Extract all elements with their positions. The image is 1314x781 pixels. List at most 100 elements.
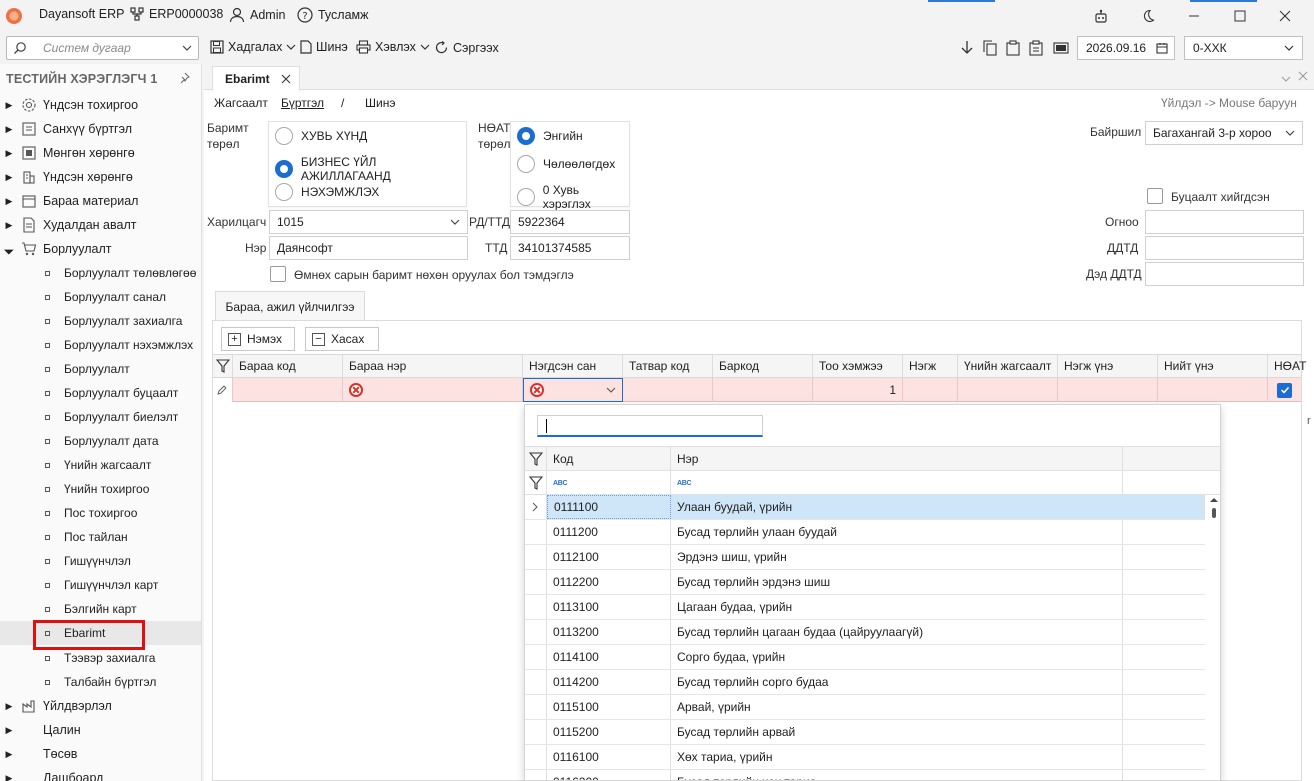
table-row[interactable]: 1 xyxy=(213,378,1301,402)
sidebar-item-dashboard[interactable]: ▶ Дашбоард xyxy=(0,766,201,781)
cell-item-code[interactable] xyxy=(233,378,343,402)
sidebar-item-inventory[interactable]: ▶ Бараа материал xyxy=(0,189,201,213)
radio-button[interactable] xyxy=(517,188,535,206)
col-item-name[interactable]: Бараа нэр xyxy=(343,355,523,377)
col-item-code[interactable]: Бараа код xyxy=(233,355,343,377)
list-item[interactable]: 0112100 Эрдэнэ шиш, үрийн xyxy=(525,545,1205,570)
tab-goods-services[interactable]: Бараа, ажил үйлчилгээ xyxy=(215,291,365,321)
add-row-button[interactable]: + Нэмэх xyxy=(221,327,295,351)
dropdown-scrollbar[interactable] xyxy=(1207,495,1220,780)
list-item[interactable]: 0111200 Бусад төрлийн улаан буудай xyxy=(525,520,1205,545)
col-unified-fund[interactable]: Нэгдсэн сан xyxy=(523,355,623,377)
return-checkbox[interactable] xyxy=(1147,188,1163,204)
list-item[interactable]: 0116100 Хөх тариа, үрийн xyxy=(525,745,1205,770)
sidebar-sub-item[interactable]: Бэлгийн карт xyxy=(0,597,201,621)
branch-select[interactable]: 0-ХХК xyxy=(1184,36,1303,60)
list-item[interactable]: 0114200 Бусад төрлийн сорго будаа xyxy=(525,670,1205,695)
sidebar-item-fixed-assets[interactable]: ▶ Үндсэн хөрөнгө xyxy=(0,165,201,189)
list-item[interactable]: 0113100 Цагаан будаа, үрийн xyxy=(525,595,1205,620)
cell-total-price[interactable] xyxy=(1158,378,1268,402)
prev-month-checkbox[interactable] xyxy=(270,266,286,282)
erp-code-item[interactable]: ERP0000038 xyxy=(130,7,223,21)
vat-type-zero[interactable]: 0 Хувь хэрэглэх xyxy=(517,183,629,211)
sidebar-sub-item[interactable]: Үнийн жагсаалт xyxy=(0,453,201,477)
sidebar-item-sales[interactable]: ◢ Борлуулалт xyxy=(0,237,201,261)
sidebar-item-payroll[interactable]: ▶ Цалин xyxy=(0,718,201,742)
filter-icon[interactable] xyxy=(525,447,547,471)
sidebar-sub-item[interactable]: Гишүүнчлэл карт xyxy=(0,573,201,597)
cell-unified-fund-editor[interactable] xyxy=(523,378,623,402)
col-price-list[interactable]: Үнийн жагсаалт xyxy=(958,355,1058,377)
partner-select[interactable]: 1015 xyxy=(269,210,468,234)
sidebar-sub-item[interactable]: Борлуулалт xyxy=(0,357,201,381)
copy-icon[interactable] xyxy=(981,39,999,57)
reg-input[interactable]: 5922364 xyxy=(510,210,630,234)
col-total-price[interactable]: Нийт үнэ xyxy=(1158,355,1268,377)
sidebar-item-production[interactable]: ▶ Үйлдвэрлэл xyxy=(0,694,201,718)
list-item[interactable]: 0115200 Бусад төрлийн арвай xyxy=(525,720,1205,745)
col-vat[interactable]: НӨАТ xyxy=(1268,355,1306,377)
filter-icon[interactable] xyxy=(213,355,233,377)
tab-ebarimt[interactable]: Ebarimt xyxy=(212,66,300,91)
col-unit[interactable]: Нэгж xyxy=(903,355,958,377)
close-window-button[interactable] xyxy=(1275,6,1295,26)
sidebar-item-settings[interactable]: ▶ Үндсэн тохиргоо xyxy=(0,93,201,117)
radio-button[interactable] xyxy=(517,155,535,173)
sidebar-sub-item[interactable]: Борлуулалт төлөвлөгөө xyxy=(0,261,201,285)
breadcrumb-list[interactable]: Жагсаалт xyxy=(214,96,268,110)
save-button[interactable]: Хадгалах xyxy=(210,40,296,54)
col-tax-code[interactable]: Татвар код xyxy=(623,355,713,377)
col-barcode[interactable]: Баркод xyxy=(713,355,813,377)
col-name[interactable]: Нэр xyxy=(671,447,1123,471)
radio-button-selected[interactable] xyxy=(275,160,293,178)
paste-icon[interactable] xyxy=(1004,39,1022,57)
sidebar-sub-item[interactable]: Гишүүнчлэл xyxy=(0,549,201,573)
sidebar-item-budget[interactable]: ▶ Төсөв xyxy=(0,742,201,766)
code-filter-input[interactable]: ABC xyxy=(547,471,671,495)
col-quantity[interactable]: Тоо хэмжээ xyxy=(813,355,903,377)
vat-type-normal[interactable]: Энгийн xyxy=(517,127,583,145)
list-item[interactable]: 0116200Бусад төрлийн хөх тариа xyxy=(525,770,1205,780)
user-item[interactable]: Admin xyxy=(229,7,285,23)
receipt-type-individual[interactable]: ХУВЬ ХҮНД xyxy=(275,127,367,145)
vat-type-exempt[interactable]: Чөлөөлөгдөх xyxy=(517,155,615,173)
list-item[interactable]: 0113200 Бусад төрлийн цагаан будаа (цайру… xyxy=(525,620,1205,645)
cell-quantity[interactable]: 1 xyxy=(813,378,903,402)
sidebar-sub-item[interactable]: Борлуулалт захиалга xyxy=(0,309,201,333)
sidebar-sub-item[interactable]: Пос тохиргоо xyxy=(0,501,201,525)
refresh-button[interactable]: Сэргээх xyxy=(434,40,499,55)
col-unit-price[interactable]: Нэгж үнэ xyxy=(1058,355,1158,377)
sidebar-sub-item[interactable]: Үнийн тохиргоо xyxy=(0,477,201,501)
sidebar-item-purchase[interactable]: ▶ Худалдан авалт xyxy=(0,213,201,237)
breadcrumb-register[interactable]: Бүртгэл xyxy=(281,96,324,110)
date-input[interactable] xyxy=(1145,210,1304,234)
close-icon[interactable] xyxy=(281,74,291,84)
cell-price-list[interactable] xyxy=(958,378,1058,402)
robot-icon[interactable] xyxy=(1091,6,1111,26)
cell-unit-price[interactable] xyxy=(1058,378,1158,402)
download-icon[interactable] xyxy=(958,39,976,57)
name-filter-input[interactable]: ABC xyxy=(671,471,1123,495)
sidebar-sub-item[interactable]: Борлуулалт биелэлт xyxy=(0,405,201,429)
radio-button[interactable] xyxy=(275,127,293,145)
cell-item-name[interactable] xyxy=(343,378,523,402)
sidebar-item-cash[interactable]: ▶ Мөнгөн хөрөнгө xyxy=(0,141,201,165)
receipt-type-invoice[interactable]: НЭХЭМЖЛЭХ xyxy=(275,183,379,201)
cell-vat[interactable] xyxy=(1268,378,1301,402)
sidebar-sub-item[interactable]: Борлуулалт буцаалт xyxy=(0,381,201,405)
system-number-search[interactable]: Систем дугаар xyxy=(6,36,199,60)
close-tab-icon[interactable] xyxy=(1298,70,1308,84)
money-icon[interactable] xyxy=(1052,39,1070,57)
receipt-type-business[interactable]: БИЗНЕС ҮЙЛ АЖИЛЛАГААНД xyxy=(275,155,466,183)
sub-ddtd-input[interactable] xyxy=(1145,262,1304,286)
name-input[interactable]: Даянсофт xyxy=(269,236,468,260)
moon-icon[interactable] xyxy=(1138,6,1158,26)
clipboard-icon[interactable] xyxy=(1027,39,1045,57)
filter-icon[interactable] xyxy=(525,471,547,495)
list-item[interactable]: 0112200 Бусад төрлийн эрдэнэ шиш xyxy=(525,570,1205,595)
cell-unit[interactable] xyxy=(903,378,958,402)
cell-tax-code[interactable] xyxy=(623,378,713,402)
location-select[interactable]: Багахангай 3-р хороо xyxy=(1145,121,1303,145)
minimize-button[interactable] xyxy=(1184,6,1204,26)
list-item[interactable]: 0111100 Улаан буудай, үрийн xyxy=(525,495,1205,520)
